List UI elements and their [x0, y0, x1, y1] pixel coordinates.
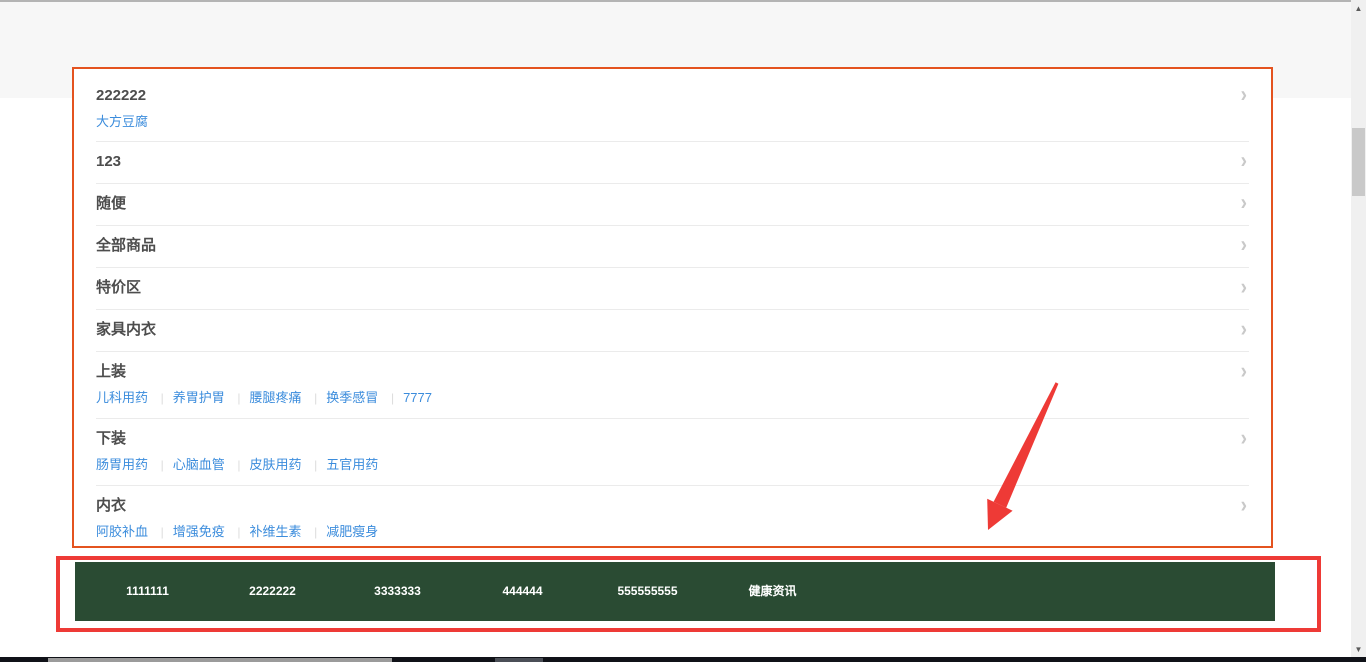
- subcategory-links: 阿胶补血 增强免疫 补维生素 减肥瘦身: [96, 523, 1249, 541]
- footer-nav-item[interactable]: 1111111: [85, 562, 210, 621]
- category-row: 123 ›: [96, 142, 1249, 184]
- subcategory-link[interactable]: 心脑血管: [152, 457, 225, 472]
- chevron-right-icon[interactable]: ›: [1241, 88, 1249, 104]
- chevron-right-icon[interactable]: ›: [1241, 322, 1249, 338]
- category-title[interactable]: 内衣: [96, 496, 126, 516]
- taskbar-edge: [0, 657, 1366, 662]
- category-title[interactable]: 全部商品: [96, 236, 156, 256]
- category-row: 特价区 ›: [96, 268, 1249, 310]
- category-row: 内衣 › 阿胶补血 增强免疫 补维生素 减肥瘦身: [96, 486, 1249, 552]
- vertical-scrollbar[interactable]: ▲ ▼: [1351, 0, 1366, 662]
- subcategory-link[interactable]: 增强免疫: [152, 524, 225, 539]
- category-title[interactable]: 家具内衣: [96, 320, 156, 340]
- subcategory-link[interactable]: 阿胶补血: [96, 524, 148, 539]
- subcategory-link[interactable]: 7777: [382, 390, 432, 405]
- chevron-right-icon[interactable]: ›: [1241, 431, 1249, 447]
- category-row: 下装 › 肠胃用药 心脑血管 皮肤用药 五官用药: [96, 419, 1249, 486]
- category-row: 上装 › 儿科用药 养胃护胃 腰腿疼痛 换季感冒 7777: [96, 352, 1249, 419]
- taskbar-segment: [48, 658, 392, 662]
- subcategory-links: 儿科用药 养胃护胃 腰腿疼痛 换季感冒 7777: [96, 389, 1249, 407]
- subcategory-link[interactable]: 减肥瘦身: [305, 524, 378, 539]
- subcategory-link[interactable]: 肠胃用药: [96, 457, 148, 472]
- footer-nav-list: 1111111 2222222 3333333 444444 555555555…: [75, 562, 1275, 621]
- footer-nav-item[interactable]: 555555555: [585, 562, 710, 621]
- chevron-right-icon[interactable]: ›: [1241, 196, 1249, 212]
- scroll-down-icon[interactable]: ▼: [1351, 642, 1366, 658]
- subcategory-link[interactable]: 补维生素: [228, 524, 301, 539]
- chevron-right-icon[interactable]: ›: [1241, 364, 1249, 380]
- category-row: 随便 ›: [96, 184, 1249, 226]
- chevron-right-icon[interactable]: ›: [1241, 238, 1249, 254]
- category-title[interactable]: 222222: [96, 86, 146, 106]
- subcategory-link[interactable]: 五官用药: [305, 457, 378, 472]
- subcategory-link[interactable]: 皮肤用药: [228, 457, 301, 472]
- subcategory-link[interactable]: 腰腿疼痛: [228, 390, 301, 405]
- category-list-panel: 222222 › 大方豆腐 123 › 随便 › 全部商品 › 特价区 › 家: [72, 67, 1273, 548]
- category-title[interactable]: 特价区: [96, 278, 141, 298]
- footer-nav-item[interactable]: 2222222: [210, 562, 335, 621]
- chevron-right-icon[interactable]: ›: [1241, 280, 1249, 296]
- category-title[interactable]: 上装: [96, 362, 126, 382]
- subcategory-links: 大方豆腐: [96, 113, 1249, 130]
- subcategory-link[interactable]: 儿科用药: [96, 390, 148, 405]
- scroll-up-icon[interactable]: ▲: [1351, 1, 1366, 17]
- subcategory-links: 肠胃用药 心脑血管 皮肤用药 五官用药: [96, 456, 1249, 474]
- category-row: 222222 › 大方豆腐: [96, 76, 1249, 142]
- chevron-right-icon[interactable]: ›: [1241, 498, 1249, 514]
- footer-nav-bar: 1111111 2222222 3333333 444444 555555555…: [75, 562, 1275, 621]
- subcategory-link[interactable]: 换季感冒: [305, 390, 378, 405]
- footer-nav-item[interactable]: 444444: [460, 562, 585, 621]
- scrollbar-thumb[interactable]: [1352, 128, 1365, 196]
- subcategory-link[interactable]: 养胃护胃: [152, 390, 225, 405]
- category-title[interactable]: 123: [96, 152, 121, 172]
- chevron-right-icon[interactable]: ›: [1241, 154, 1249, 170]
- category-title[interactable]: 随便: [96, 194, 126, 214]
- footer-nav-item[interactable]: 健康资讯: [710, 562, 835, 621]
- footer-nav-item[interactable]: 3333333: [335, 562, 460, 621]
- category-row: 家具内衣 ›: [96, 310, 1249, 352]
- category-title[interactable]: 下装: [96, 429, 126, 449]
- taskbar-segment: [495, 658, 543, 662]
- subcategory-link[interactable]: 大方豆腐: [96, 114, 148, 129]
- category-row: 全部商品 ›: [96, 226, 1249, 268]
